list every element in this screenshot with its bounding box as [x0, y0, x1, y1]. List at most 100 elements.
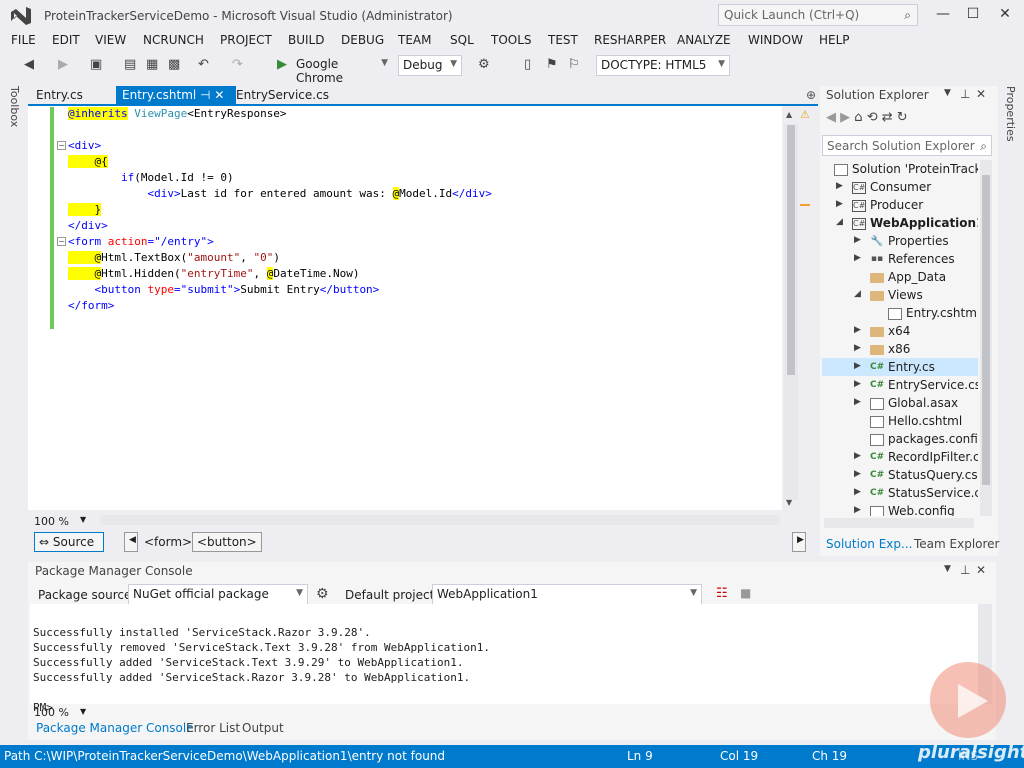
menu-team[interactable]: TEAM: [398, 33, 431, 47]
forward-icon[interactable]: ▶: [840, 110, 850, 125]
maximize-button[interactable]: ☐: [962, 6, 984, 24]
panel-dropdown-icon[interactable]: ▼: [944, 564, 951, 574]
tree-item[interactable]: ▶ 🔧 Properties: [822, 232, 978, 250]
tab-output[interactable]: Output: [242, 721, 284, 735]
code-line[interactable]: @inherits ViewPage<EntryResponse>: [68, 107, 287, 120]
tab-team-explorer[interactable]: Team Explorer: [914, 537, 1000, 551]
tree-item[interactable]: ▶ C# Producer: [822, 196, 978, 214]
expanded-arrow-icon[interactable]: ◢: [854, 289, 861, 299]
new-project-icon[interactable]: ▣: [90, 57, 102, 75]
menu-tools[interactable]: TOOLS: [491, 33, 532, 47]
zoom-dropdown-icon[interactable]: ▼: [80, 707, 86, 716]
code-line[interactable]: <button type="submit">Submit Entry</butt…: [68, 283, 379, 296]
solution-search-input[interactable]: Search Solution Explorer ⌕: [822, 135, 992, 156]
close-tab-icon[interactable]: ✕: [214, 88, 224, 102]
zoom-dropdown-icon[interactable]: ▼: [80, 515, 86, 524]
nav-left-icon[interactable]: ◀: [124, 532, 138, 552]
fold-form-icon[interactable]: −: [57, 237, 66, 246]
menu-help[interactable]: HELP: [819, 33, 850, 47]
solution-horizontal-scrollbar[interactable]: [824, 518, 974, 528]
editor-zoom[interactable]: 100 %: [34, 515, 69, 528]
tab-entry-cs[interactable]: Entry.cs: [30, 86, 89, 105]
collapsed-arrow-icon[interactable]: ▶: [854, 487, 861, 497]
open-icon[interactable]: ▤: [124, 57, 136, 75]
history-icon[interactable]: ⟲: [867, 110, 878, 125]
expanded-arrow-icon[interactable]: ◢: [836, 217, 843, 227]
collapsed-arrow-icon[interactable]: ▶: [854, 361, 861, 371]
tree-item[interactable]: ▶ C# EntryService.cs: [822, 376, 978, 394]
collapsed-arrow-icon[interactable]: ▶: [854, 235, 861, 245]
menu-window[interactable]: WINDOW: [748, 33, 803, 47]
code-line[interactable]: <div>: [68, 139, 101, 152]
save-icon[interactable]: ▦: [146, 57, 158, 75]
collapsed-arrow-icon[interactable]: ▶: [854, 343, 861, 353]
code-editor[interactable]: [28, 106, 782, 510]
code-line[interactable]: if(Model.Id != 0): [68, 171, 234, 184]
save-all-icon[interactable]: ▩: [168, 57, 180, 75]
collapsed-arrow-icon[interactable]: ▶: [854, 451, 861, 461]
code-line[interactable]: <div>Last id for entered amount was: @Mo…: [68, 187, 492, 200]
tree-item[interactable]: ▶ C# StatusService.cs: [822, 484, 978, 502]
menu-view[interactable]: VIEW: [95, 33, 126, 47]
collapsed-arrow-icon[interactable]: ▶: [836, 181, 843, 191]
sync-icon[interactable]: ⇄: [882, 110, 893, 125]
scroll-down-icon[interactable]: ▼: [786, 498, 792, 507]
tree-item[interactable]: ▶ Global.asax: [822, 394, 978, 412]
collapsed-arrow-icon[interactable]: ▶: [854, 505, 861, 515]
start-debug-icon[interactable]: ▶: [277, 57, 287, 75]
code-line[interactable]: @Html.TextBox("amount", "0"): [68, 251, 280, 264]
refresh-icon[interactable]: ↻: [897, 110, 908, 125]
collapsed-arrow-icon[interactable]: ▶: [836, 199, 843, 209]
tree-item[interactable]: ▶ x86: [822, 340, 978, 358]
back-icon[interactable]: ◀: [24, 57, 34, 75]
pin-icon[interactable]: ⊣: [200, 88, 210, 102]
code-line[interactable]: </form>: [68, 299, 114, 312]
configuration-select[interactable]: Debug ▼: [398, 55, 462, 76]
quick-launch-input[interactable]: Quick Launch (Ctrl+Q) ⌕: [718, 4, 918, 26]
console-zoom[interactable]: 100 %: [34, 706, 69, 719]
tree-item[interactable]: ▶ C# StatusQuery.cs: [822, 466, 978, 484]
tree-item[interactable]: ▶ x64: [822, 322, 978, 340]
tree-item[interactable]: Solution 'ProteinTracke: [822, 160, 978, 178]
tree-item[interactable]: ▶ C# RecordIpFilter.cs: [822, 448, 978, 466]
menu-ncrunch[interactable]: NCRUNCH: [143, 33, 204, 47]
properties-tab[interactable]: Properties: [1004, 86, 1017, 142]
code-line[interactable]: }: [68, 203, 102, 216]
home-icon[interactable]: ⌂: [854, 110, 862, 125]
code-line[interactable]: <form action="/entry">: [68, 235, 214, 248]
tree-item[interactable]: ▶ Web.config: [822, 502, 978, 516]
solution-scroll-thumb[interactable]: [982, 175, 990, 485]
toolbox-tab[interactable]: Toolbox: [8, 86, 21, 127]
tab-overflow-icon[interactable]: ⊕: [800, 86, 822, 105]
tab-solution-explorer[interactable]: Solution Exp...: [826, 537, 912, 551]
tree-item[interactable]: ◢ Views: [822, 286, 978, 304]
document-outline-icon[interactable]: ▯: [524, 57, 531, 75]
tree-item[interactable]: ▶ C# Entry.cs: [822, 358, 978, 376]
tree-item[interactable]: Entry.cshtml: [822, 304, 978, 322]
warning-icon[interactable]: ⚠: [800, 108, 810, 121]
close-panel-icon[interactable]: ✕: [976, 87, 986, 101]
code-line[interactable]: @Html.Hidden("entryTime", @DateTime.Now): [68, 267, 359, 280]
menu-file[interactable]: FILE: [11, 33, 36, 47]
editor-horizontal-scrollbar[interactable]: [100, 515, 780, 525]
tree-item[interactable]: App_Data: [822, 268, 978, 286]
redo-icon[interactable]: ↷: [232, 57, 243, 75]
breadcrumb-form[interactable]: <form>: [144, 535, 192, 549]
scroll-up-icon[interactable]: ▲: [786, 110, 792, 119]
forward-icon[interactable]: ▶: [58, 57, 68, 75]
collapsed-arrow-icon[interactable]: ▶: [854, 469, 861, 479]
browser-select[interactable]: Google Chrome ▼: [292, 55, 392, 85]
bookmark-clear-icon[interactable]: ⚐: [568, 57, 580, 75]
attach-icon[interactable]: ⚙: [478, 57, 490, 75]
breadcrumb-button[interactable]: <button>: [192, 532, 262, 552]
tab-package-manager-console[interactable]: Package Manager Console: [36, 721, 194, 735]
stop-icon[interactable]: ■: [740, 586, 751, 600]
fold-div-icon[interactable]: −: [57, 141, 66, 150]
pin-icon[interactable]: ⊥: [960, 87, 970, 101]
tab-entry-cshtml[interactable]: Entry.cshtml ⊣ ✕: [116, 86, 236, 105]
collapsed-arrow-icon[interactable]: ▶: [854, 325, 861, 335]
menu-build[interactable]: BUILD: [288, 33, 324, 47]
menu-test[interactable]: TEST: [548, 33, 578, 47]
tree-item[interactable]: ▶ ▪▪ References: [822, 250, 978, 268]
source-view-button[interactable]: ⇔ Source: [34, 532, 104, 552]
